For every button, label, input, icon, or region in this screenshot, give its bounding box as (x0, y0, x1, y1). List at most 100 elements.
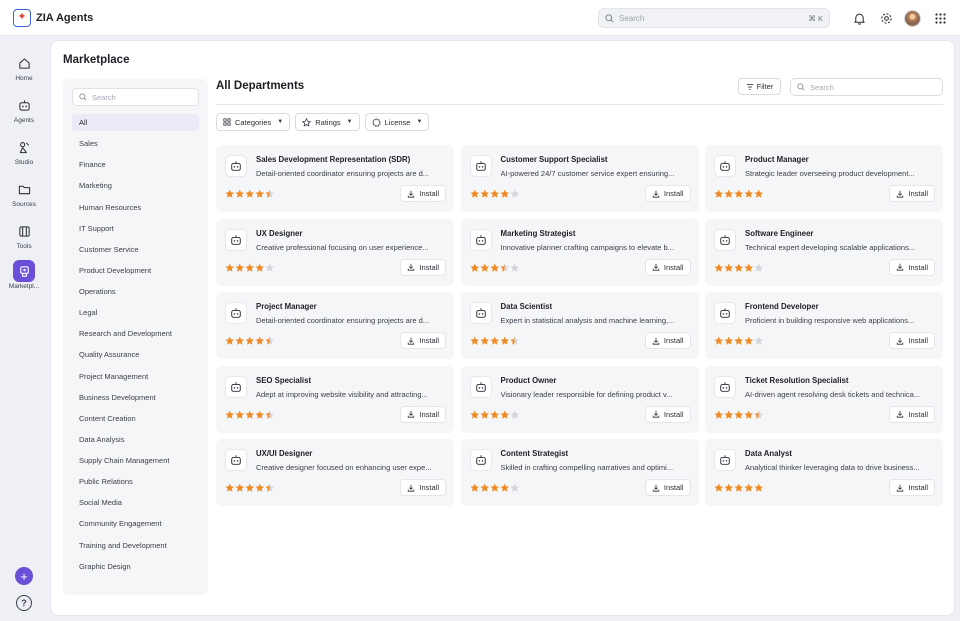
notifications-bell-icon[interactable] (850, 9, 868, 27)
install-button[interactable]: Install (400, 479, 446, 496)
install-button[interactable]: Install (400, 332, 446, 349)
search-icon (605, 13, 614, 22)
license-dropdown[interactable]: License ▼ (364, 113, 430, 131)
department-item[interactable]: Sales (72, 135, 199, 152)
agent-title: Software Engineer (745, 228, 814, 238)
nav-agents[interactable]: Agents (0, 94, 48, 124)
install-button[interactable]: Install (889, 405, 935, 423)
star-icon (744, 189, 754, 199)
brand[interactable]: ✦ ZIA Agents (13, 8, 93, 27)
install-label: Install (419, 262, 439, 272)
department-search-input[interactable]: Search (72, 88, 199, 106)
add-button[interactable]: + (15, 567, 33, 585)
install-label: Install (663, 483, 684, 492)
department-item[interactable]: Data Analysis (72, 431, 199, 448)
department-item[interactable]: IT Support (72, 220, 199, 237)
settings-gear-icon[interactable] (877, 9, 895, 27)
department-item[interactable]: All (72, 114, 199, 131)
install-button[interactable]: Install (889, 185, 935, 202)
agent-card[interactable]: Data Scientist Expert in statistical anal… (460, 292, 699, 359)
install-button[interactable]: Install (400, 258, 446, 276)
department-item[interactable]: Research and Development (72, 325, 199, 342)
star-icon (265, 263, 275, 273)
agent-search-placeholder: Search (810, 82, 834, 92)
help-question-icon[interactable]: ? (16, 595, 32, 611)
star-icon (235, 189, 245, 199)
agent-card[interactable]: Product Owner Visionary leader responsibl… (460, 365, 699, 433)
department-item[interactable]: Product Development (72, 262, 199, 279)
department-item[interactable]: Quality Assurance (72, 346, 199, 363)
department-list: All Sales Finance Marketing Human Resources I… (72, 114, 199, 579)
star-icon (499, 336, 510, 346)
nav-home[interactable]: Home (0, 52, 48, 82)
agent-card[interactable]: UX Designer Creative professional focusin… (216, 218, 454, 286)
install-label: Install (419, 483, 439, 492)
install-button[interactable]: Install (644, 332, 691, 349)
star-icon (509, 263, 520, 273)
star-icon (724, 189, 734, 199)
department-item[interactable]: Human Resources (72, 199, 199, 216)
install-button[interactable]: Install (644, 258, 691, 276)
install-button[interactable]: Install (644, 185, 691, 202)
install-button[interactable]: Install (400, 405, 446, 423)
department-item[interactable]: Project Management (72, 368, 199, 385)
nav-studio[interactable]: Studio (0, 136, 48, 166)
nav-marketplace[interactable]: Marketpl... (0, 260, 48, 290)
agent-card[interactable]: UX/UI Designer Creative designer focused … (216, 439, 454, 506)
install-label: Install (419, 409, 439, 419)
department-item[interactable]: Finance (72, 156, 199, 173)
department-item[interactable]: Business Development (72, 389, 199, 406)
install-button[interactable]: Install (889, 332, 935, 349)
install-button[interactable]: Install (644, 479, 691, 496)
department-item[interactable]: Social Media (72, 494, 199, 511)
department-item[interactable]: Community Engagement (72, 515, 199, 532)
install-button[interactable]: Install (889, 479, 935, 496)
filter-button[interactable]: Filter (738, 78, 781, 95)
user-avatar[interactable] (904, 9, 921, 27)
department-item[interactable]: Public Relations (72, 473, 199, 490)
agent-card[interactable]: Data Analyst Analytical thinker leveragin… (705, 439, 943, 506)
download-icon (897, 263, 904, 271)
star-icon (489, 189, 500, 199)
nav-sources[interactable]: Sources (0, 178, 48, 208)
department-item[interactable]: Training and Development (72, 537, 199, 554)
agent-card[interactable]: Frontend Developer Proficient in building… (705, 292, 943, 359)
categories-dropdown[interactable]: Categories ▼ (216, 113, 291, 131)
star-icon (714, 189, 724, 199)
star-icon (265, 410, 275, 420)
star-icon (734, 410, 744, 420)
agent-card[interactable]: Marketing Strategist Innovative planner c… (460, 218, 699, 286)
agent-card[interactable]: Product Manager Strategic leader overseei… (705, 145, 943, 212)
agent-card[interactable]: Content Strategist Skilled in crafting co… (460, 439, 699, 506)
home-icon (13, 52, 35, 74)
global-search-input[interactable]: Search ⌘ K (598, 8, 830, 28)
agent-card[interactable]: SEO Specialist Adept at improving website… (216, 365, 454, 433)
agent-card[interactable]: Software Engineer Technical expert develo… (705, 218, 943, 286)
download-icon (652, 337, 660, 345)
star-icon (255, 483, 265, 493)
install-button[interactable]: Install (889, 258, 935, 276)
department-item[interactable]: Graphic Design (72, 558, 199, 575)
license-icon (371, 117, 381, 127)
department-item[interactable]: Operations (72, 283, 199, 300)
agent-card[interactable]: Project Manager Detail-oriented coordinat… (216, 292, 454, 359)
department-item[interactable]: Supply Chain Management (72, 452, 199, 469)
department-item[interactable]: Marketing (72, 177, 199, 194)
download-icon (408, 484, 415, 492)
apps-grid-icon[interactable] (931, 9, 949, 27)
star-icon (714, 263, 724, 273)
agent-search-input[interactable]: Search (790, 78, 943, 96)
global-search-placeholder: Search (619, 13, 645, 23)
agent-description: AI-driven agent resolving desk tickets a… (745, 389, 921, 399)
agent-card[interactable]: Sales Development Representation (SDR) De… (216, 145, 454, 212)
agent-card[interactable]: Customer Support Specialist AI-powered 24… (460, 145, 699, 212)
ratings-dropdown[interactable]: Ratings ▼ (295, 113, 360, 131)
nav-tools[interactable]: Tools (0, 220, 48, 250)
star-icon (469, 410, 480, 420)
install-button[interactable]: Install (400, 185, 446, 202)
department-item[interactable]: Legal (72, 304, 199, 321)
agent-card[interactable]: Ticket Resolution Specialist AI-driven ag… (705, 365, 943, 433)
install-button[interactable]: Install (644, 405, 691, 423)
department-item[interactable]: Content Creation (72, 410, 199, 427)
department-item[interactable]: Customer Service (72, 241, 199, 258)
